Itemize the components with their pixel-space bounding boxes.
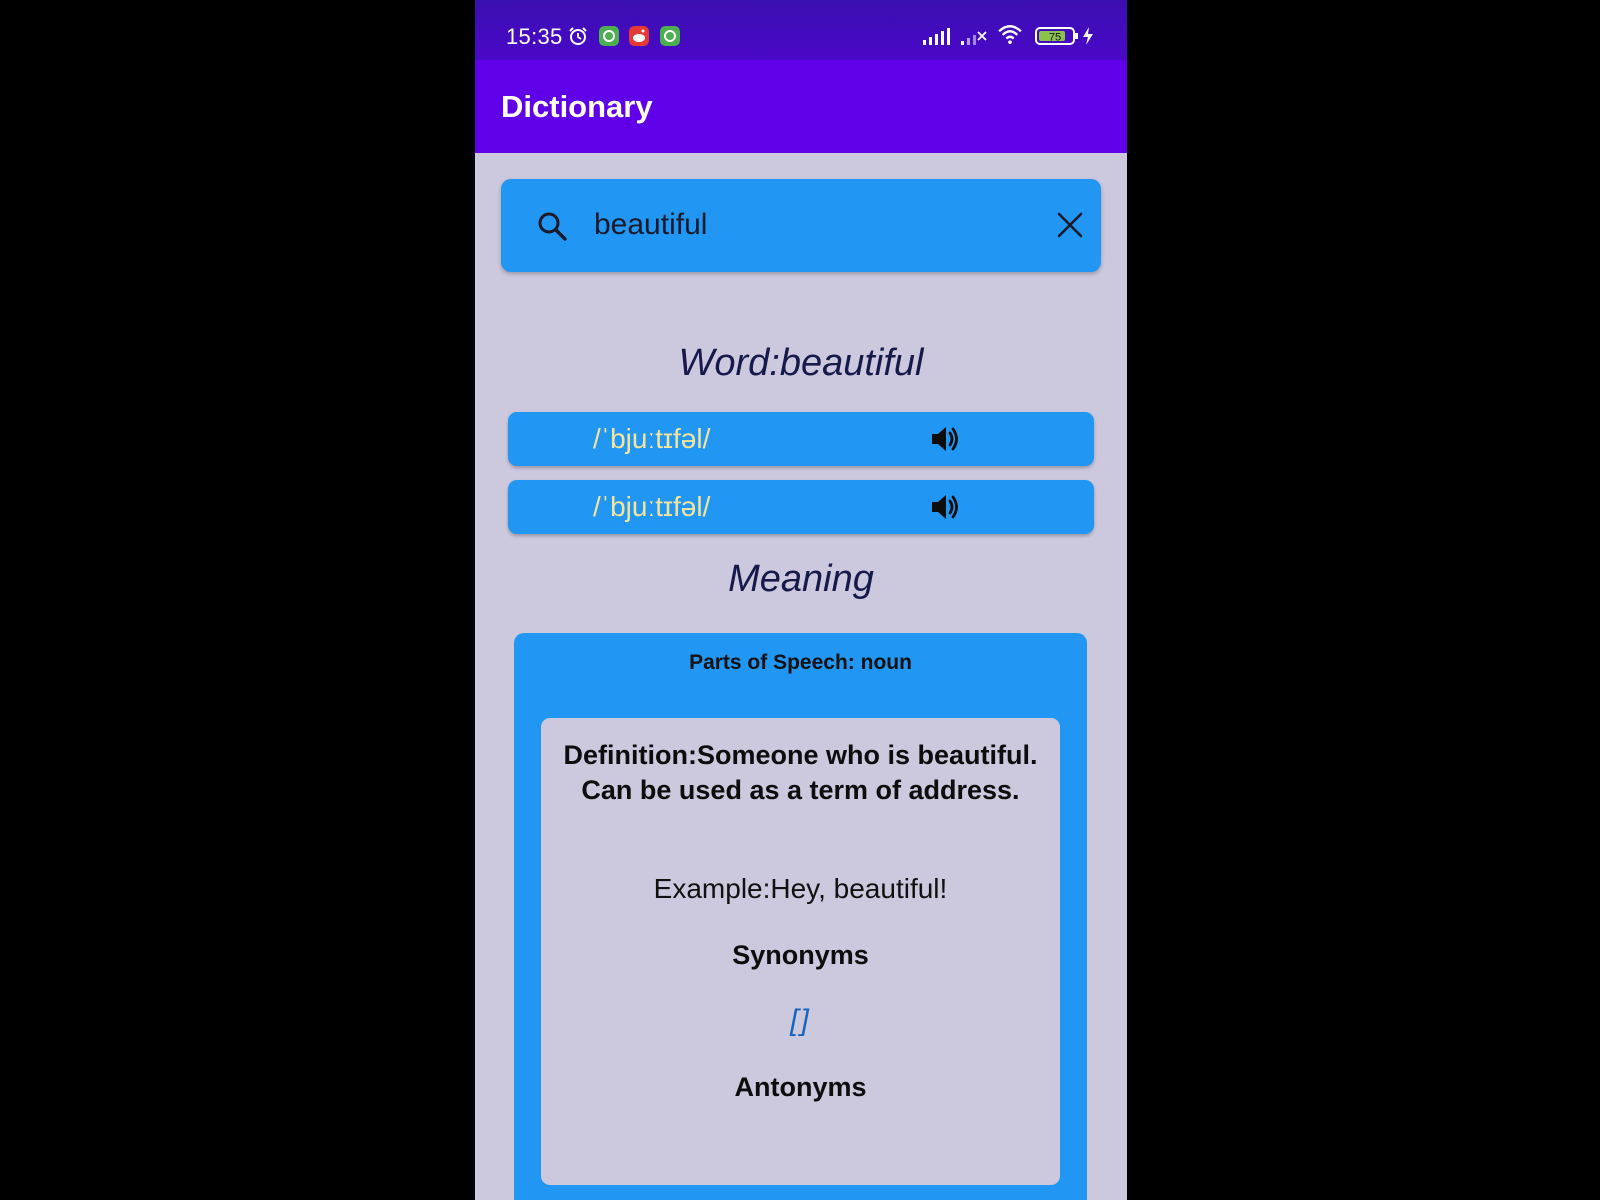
signal-weak-icon <box>961 31 987 45</box>
status-bar: 15:35 75 <box>475 0 1127 60</box>
synonyms-label: Synonyms <box>732 940 869 970</box>
phonetic-row: /ˈbjuːtɪfəl/ <box>508 480 1094 534</box>
search-input[interactable] <box>594 203 1014 247</box>
alarm-icon <box>569 27 587 45</box>
wifi-icon <box>998 25 1022 44</box>
status-time: 15:35 <box>506 24 563 49</box>
charging-icon <box>1083 27 1093 45</box>
example-text: Example:Hey, beautiful! <box>653 873 948 904</box>
definition-text: Definition:Someone who is beautiful. Can… <box>563 740 1038 805</box>
search-bar[interactable] <box>501 179 1101 272</box>
phonetic-text: /ˈbjuːtɪfəl/ <box>593 423 711 454</box>
antonyms-label: Antonyms <box>734 1072 867 1102</box>
battery-icon: 75 <box>1035 27 1078 45</box>
speaker-icon[interactable] <box>929 490 963 524</box>
speaker-icon[interactable] <box>929 422 963 456</box>
phonetic-text: /ˈbjuːtɪfəl/ <box>593 491 711 522</box>
app-title: Dictionary <box>501 89 653 124</box>
app-notification-icon <box>660 26 680 46</box>
close-icon[interactable] <box>1055 210 1085 240</box>
phonetic-row: /ˈbjuːtɪfəl/ <box>508 412 1094 466</box>
meaning-heading: Meaning <box>728 558 874 600</box>
search-icon[interactable] <box>536 210 568 242</box>
synonyms-value: [] <box>790 1004 811 1037</box>
app-bar: Dictionary <box>475 60 1127 153</box>
signal-icon <box>923 28 950 45</box>
meaning-card: Parts of Speech: noun Definition:Someone… <box>514 633 1087 1200</box>
parts-of-speech-label: Parts of Speech: noun <box>689 651 912 674</box>
app-notification-icon <box>599 26 619 46</box>
word-heading: Word:beautiful <box>678 342 924 384</box>
definition-card: Definition:Someone who is beautiful. Can… <box>541 718 1060 1185</box>
reddit-icon <box>629 26 649 46</box>
battery-level: 75 <box>1049 32 1061 44</box>
phone-screen: 15:35 75 Dictionary beautiful Word:beaut… <box>475 0 1127 1200</box>
